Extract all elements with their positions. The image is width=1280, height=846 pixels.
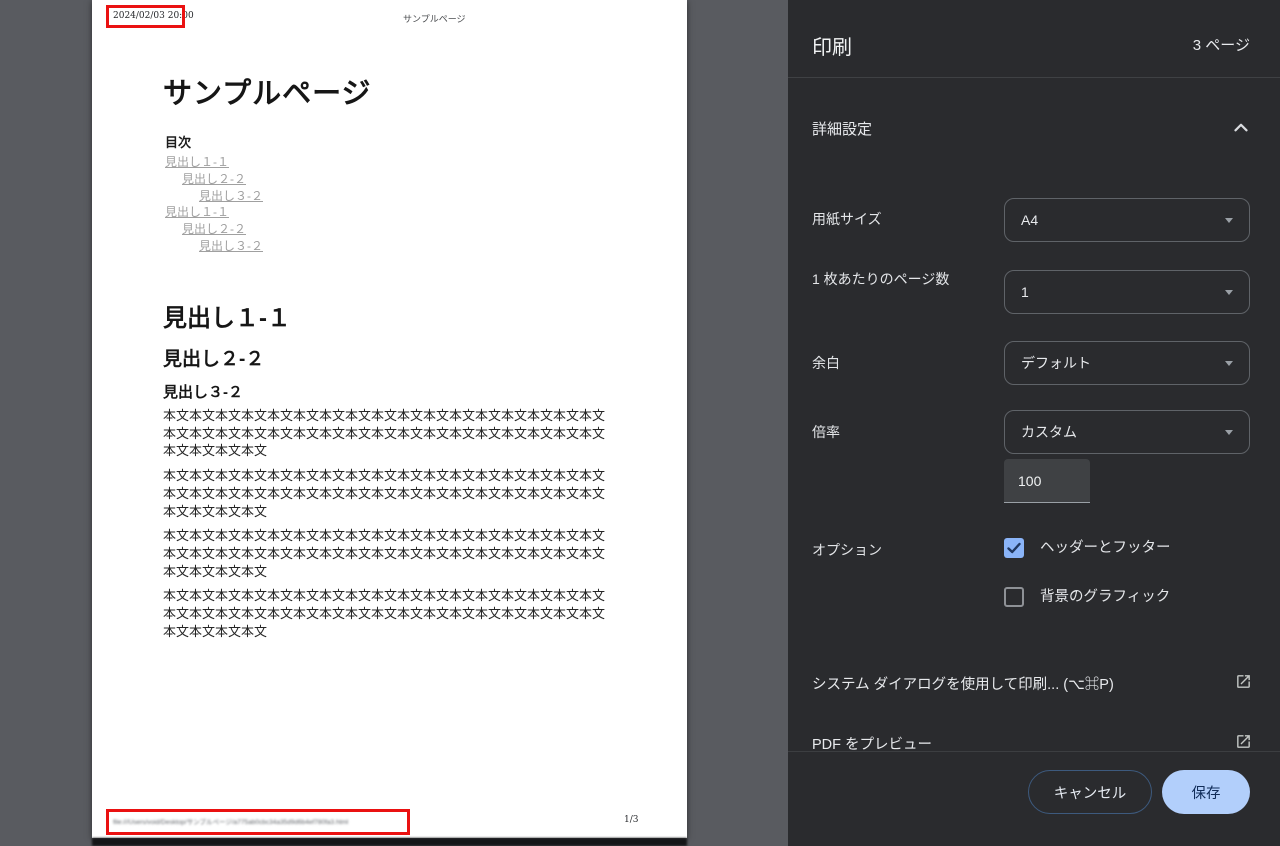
toc-link[interactable]: 見出し３-２	[165, 188, 425, 205]
margins-label: 余白	[812, 350, 840, 376]
page-header-title: サンプルページ	[403, 12, 466, 25]
preview-page: 2024/02/03 20:00 サンプルページ サンプルページ 目次 見出し１…	[92, 0, 687, 838]
toc-link[interactable]: 見出し２-２	[165, 171, 425, 188]
background-graphics-label[interactable]: 背景のグラフィック	[1040, 587, 1170, 607]
paper-size-label: 用紙サイズ	[812, 206, 882, 232]
annotation-box-datetime	[106, 5, 185, 28]
background-graphics-checkbox[interactable]	[1004, 587, 1024, 607]
scale-custom-input[interactable]	[1004, 459, 1090, 503]
headers-footers-label[interactable]: ヘッダーとフッター	[1040, 538, 1171, 558]
document-body: 本文本文本文本文本文本文本文本文本文本文本文本文本文本文本文本文本文本文本文本文…	[163, 407, 615, 647]
toc-link[interactable]: 見出し１-１	[165, 204, 425, 221]
checkmark-icon	[1004, 538, 1024, 558]
annotation-box-url	[106, 809, 410, 835]
advanced-settings-label[interactable]: 詳細設定	[812, 118, 872, 139]
dropdown-caret-icon	[1225, 361, 1233, 366]
pages-per-sheet-value: 1	[1021, 284, 1225, 300]
paper-size-select[interactable]: A4	[1004, 198, 1250, 242]
save-button[interactable]: 保存	[1162, 770, 1250, 814]
pages-per-sheet-select[interactable]: 1	[1004, 270, 1250, 314]
toc-link[interactable]: 見出し１-１	[165, 154, 425, 171]
document-heading-1: 見出し１-１	[163, 298, 291, 333]
page-shadow	[92, 838, 687, 846]
paper-size-value: A4	[1021, 212, 1225, 228]
document-heading-2: 見出し２-２	[163, 344, 264, 371]
pages-per-sheet-label: 1 枚あたりのページ数	[812, 266, 962, 292]
system-dialog-print-link[interactable]: システム ダイアログを使用して印刷... (⌥⌘P)	[812, 673, 1114, 694]
scale-value: カスタム	[1021, 422, 1225, 442]
body-paragraph: 本文本文本文本文本文本文本文本文本文本文本文本文本文本文本文本文本文本文本文本文…	[163, 407, 615, 460]
dropdown-caret-icon	[1225, 430, 1233, 435]
margins-select[interactable]: デフォルト	[1004, 341, 1250, 385]
scale-label: 倍率	[812, 419, 840, 445]
body-paragraph: 本文本文本文本文本文本文本文本文本文本文本文本文本文本文本文本文本文本文本文本文…	[163, 527, 615, 580]
dropdown-caret-icon	[1225, 218, 1233, 223]
chevron-up-icon[interactable]	[1230, 117, 1252, 139]
page-number-indicator: 1/3	[624, 815, 638, 825]
document-heading-3: 見出し３-２	[163, 381, 243, 402]
options-label: オプション	[812, 537, 882, 563]
dialog-title: 印刷	[812, 31, 852, 60]
body-paragraph: 本文本文本文本文本文本文本文本文本文本文本文本文本文本文本文本文本文本文本文本文…	[163, 587, 615, 640]
toc-heading: 目次	[165, 132, 191, 151]
page-count: 3 ページ	[1193, 34, 1250, 55]
print-preview-area: 2024/02/03 20:00 サンプルページ サンプルページ 目次 見出し１…	[0, 0, 788, 846]
document-title: サンプルページ	[163, 70, 372, 112]
toc-link[interactable]: 見出し３-２	[165, 238, 425, 255]
toc-link[interactable]: 見出し２-２	[165, 221, 425, 238]
cancel-button[interactable]: キャンセル	[1028, 770, 1152, 814]
open-in-new-icon[interactable]	[1235, 733, 1252, 750]
margins-value: デフォルト	[1021, 353, 1225, 373]
open-in-new-icon[interactable]	[1235, 673, 1252, 690]
scale-select[interactable]: カスタム	[1004, 410, 1250, 454]
divider	[788, 751, 1280, 752]
dropdown-caret-icon	[1225, 290, 1233, 295]
divider	[788, 77, 1280, 78]
body-paragraph: 本文本文本文本文本文本文本文本文本文本文本文本文本文本文本文本文本文本文本文本文…	[163, 467, 615, 520]
table-of-contents: 見出し１-１ 見出し２-２ 見出し３-２ 見出し１-１ 見出し２-２ 見出し３-…	[165, 154, 425, 255]
print-settings-panel: 印刷 3 ページ 詳細設定 用紙サイズ A4 1 枚あたりのページ数 1 余白 …	[788, 0, 1280, 846]
headers-footers-checkbox[interactable]	[1004, 538, 1024, 558]
